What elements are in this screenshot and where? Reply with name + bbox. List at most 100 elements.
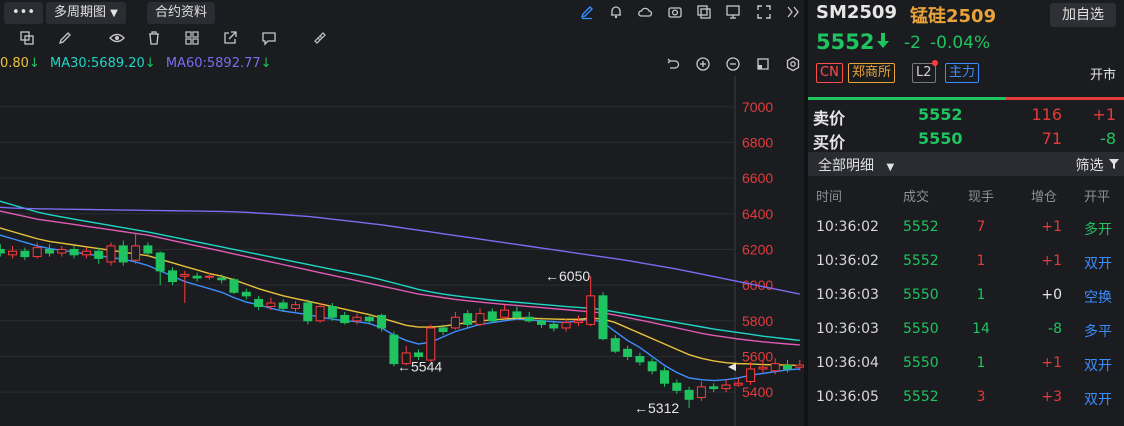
tick-trade-type: 多开 [1084,222,1112,238]
candle-up [733,382,743,386]
candle-down [684,389,694,400]
bid-label: 买价 [813,133,846,152]
undo-icon[interactable] [664,56,682,74]
grid-icon[interactable] [183,30,201,48]
eye-icon[interactable] [108,30,126,48]
multi-period-dropdown[interactable]: 多周期图 ▼ [46,2,126,24]
tick-row[interactable]: 10:36:03 5550 1 +0 空换 [808,287,1124,307]
ma30-text: MA30:5689.20 [50,56,145,71]
tick-price: 5552 [903,389,939,405]
contract-info-button[interactable]: 合约资料 [147,2,216,24]
fullscreen-icon[interactable] [755,4,773,22]
y-tick-label: 5400 [742,384,773,400]
candle-down [364,316,374,322]
tick-oi-change: -8 [1048,321,1062,337]
layers-icon[interactable] [18,30,36,48]
tag-main: 主力 [945,63,980,83]
down-arrow-icon: ↓ [260,56,272,71]
y-tick-label: 6200 [742,241,773,257]
ruler-icon[interactable] [311,30,329,48]
candle-down [217,277,227,281]
tick-oi-change: +1 [1041,219,1062,235]
candle-up [57,248,67,254]
tick-oi-change: +3 [1041,389,1062,405]
tick-oi-change: +0 [1041,287,1062,303]
tick-trade-type: 空换 [1084,290,1112,306]
tick-volume: 1 [976,287,986,303]
candle-up [746,368,756,382]
chart-panel: 7000 6800 6600 6400 6200 6000 5800 5600 5400 ←605… [0,0,804,426]
down-arrow-icon: ↓ [28,56,40,71]
tag-l2: L2 [912,63,936,83]
candle-down [254,298,264,308]
camera-icon[interactable] [666,4,684,22]
candle-down [377,314,387,329]
trash-icon[interactable] [145,30,163,48]
tick-row[interactable]: 10:36:05 5552 3 +3 双开 [808,389,1124,409]
col-time: 时间 [816,190,843,205]
candle-down [229,279,239,293]
candle-down [20,250,30,258]
price-change-pct: -0.04% [930,33,991,53]
tick-price: 5550 [903,287,939,303]
ask-strength-bar [808,97,1006,100]
ask-price: 5552 [918,105,963,124]
tick-row[interactable]: 10:36:03 5550 14 -8 多平 [808,321,1124,341]
filter-button[interactable]: 筛选 [1076,155,1120,175]
ma30-cyan-line [0,200,800,342]
bid-volume: 71 [1041,129,1062,148]
contract-name: 锰硅2509 [910,6,997,27]
current-price-marker-icon [728,363,736,372]
candle-up [475,313,485,325]
zoom-in-icon[interactable] [694,56,712,74]
bell-icon[interactable] [607,4,625,22]
tick-price: 5550 [903,355,939,371]
col-trade-type: 开平 [1084,190,1111,205]
share-icon[interactable] [221,30,239,48]
zoom-out-icon[interactable] [724,56,742,74]
monitor-icon[interactable] [724,4,742,22]
restore-view-icon[interactable] [754,56,772,74]
candle-down [278,302,288,309]
col-oi-change: 增仓 [1030,190,1057,205]
funnel-icon [1108,158,1120,174]
tick-volume: 1 [976,355,986,371]
y-tick-label: 6600 [742,170,773,186]
tick-price: 5552 [903,253,939,269]
edit-pen-icon[interactable] [56,30,74,48]
last-price: 5552 [816,30,875,54]
ma30-value: MA30:5689.20↓ [50,56,156,71]
candle-down [463,313,473,325]
tick-price: 5550 [903,321,939,337]
settings-gear-icon[interactable] [784,56,802,74]
tick-volume: 7 [976,219,986,235]
cloud-icon[interactable] [636,4,654,22]
more-button[interactable]: ••• [4,2,44,24]
candle-down [438,327,448,333]
draw-pen-icon[interactable] [578,4,596,22]
candle-down [660,370,669,384]
tick-volume: 1 [976,253,986,269]
candle-up [180,273,190,277]
candle-up [81,250,91,256]
tick-row[interactable]: 10:36:02 5552 7 +1 多开 [808,219,1124,239]
y-tick-label: 7000 [742,99,773,115]
detail-dropdown[interactable]: 全部明细 ▼ [818,155,894,175]
candle-up [352,316,362,322]
candle-down [192,275,202,279]
tick-time: 10:36:02 [816,253,879,269]
y-tick-label: 6800 [742,134,773,150]
collapse-panel-icon[interactable] [784,4,802,22]
comment-icon[interactable] [260,30,278,48]
add-watchlist-button[interactable]: 加自选 [1050,3,1116,27]
candle-up [586,295,596,325]
tick-row[interactable]: 10:36:02 5552 1 +1 双开 [808,253,1124,273]
ask-row: 卖价 5552 116 +1 [808,105,1124,128]
copy-icon[interactable] [695,4,713,22]
tick-row[interactable]: 10:36:04 5550 1 +1 双开 [808,355,1124,375]
y-tick-label: 5800 [742,313,773,329]
candle-down [487,311,497,322]
candle-up [795,364,804,368]
candle-up [131,245,141,261]
ask-delta: +1 [1092,105,1116,124]
